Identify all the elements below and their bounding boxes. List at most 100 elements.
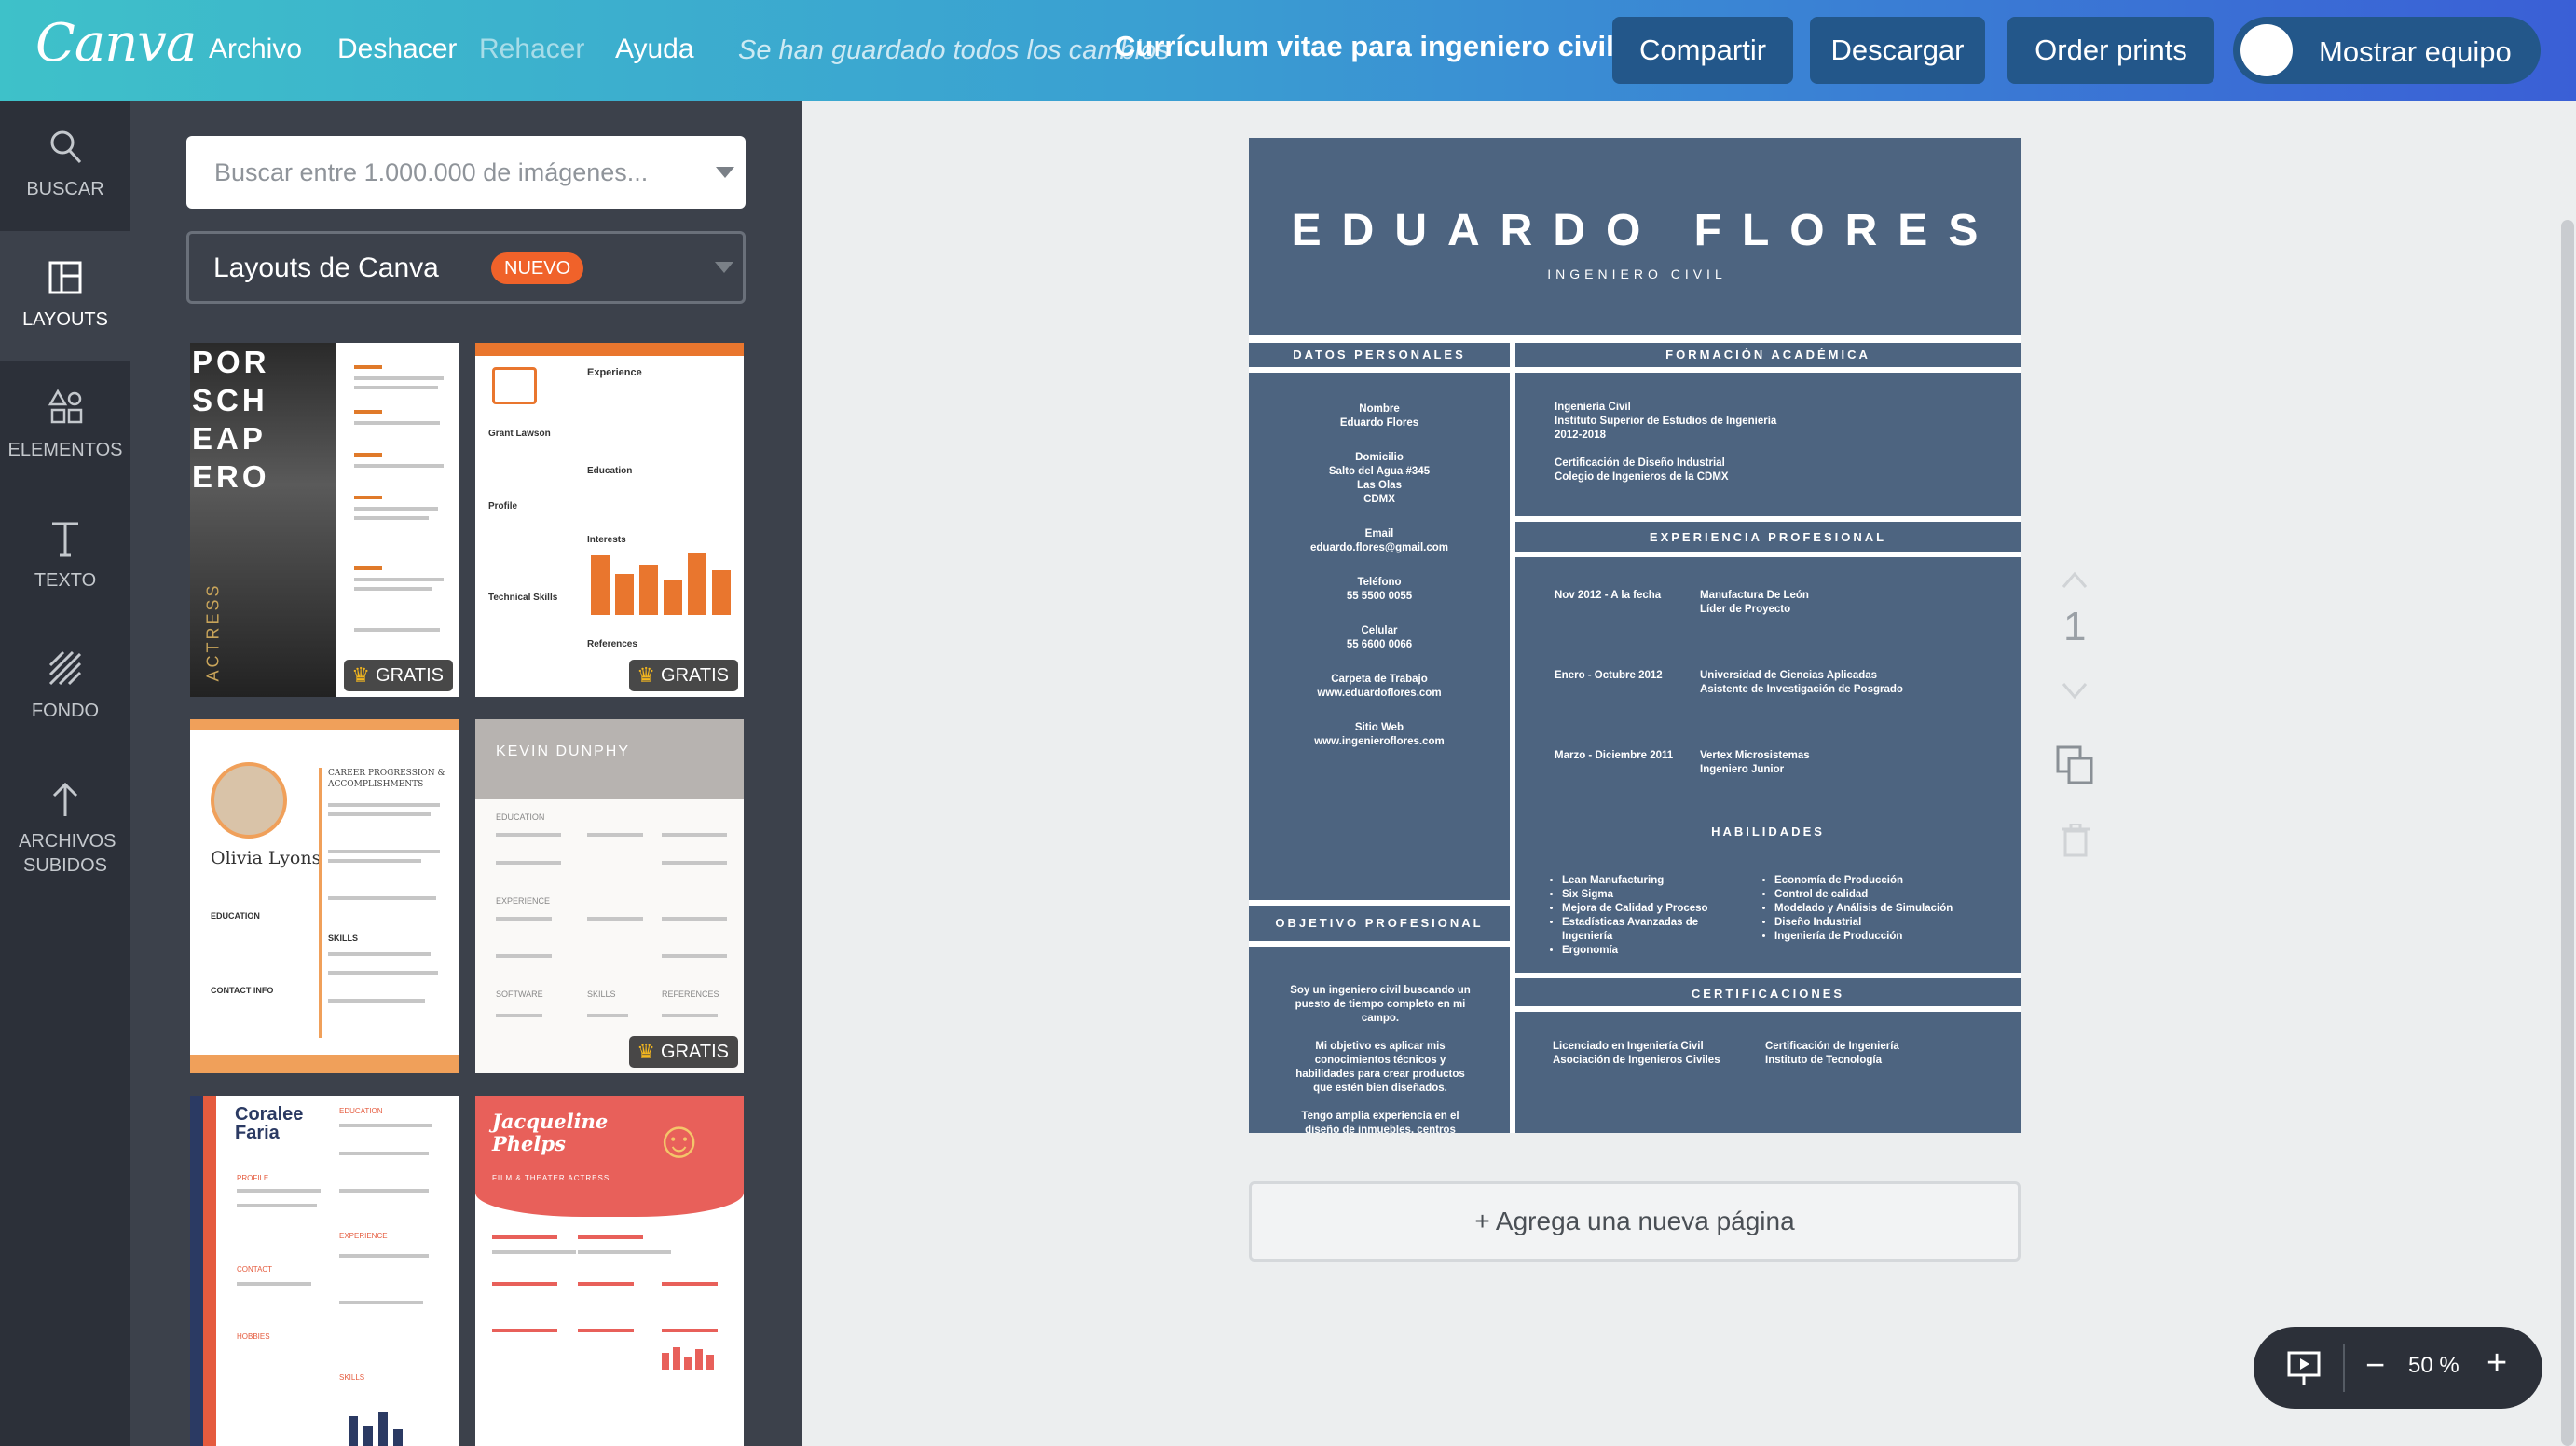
personal-value[interactable]: eduardo.flores@gmail.com [1249,541,1510,555]
rail-item-texto[interactable]: TEXTO [0,492,130,622]
personal-label[interactable]: Sitio Web [1249,721,1510,735]
resume-name[interactable]: EDUARDO FLORES [1249,205,2021,256]
chevron-up-icon[interactable] [2062,570,2088,589]
crown-icon: ♛ [637,663,656,687]
skill-item[interactable]: Mejora de Calidad y Proceso [1562,902,1743,916]
skill-item[interactable]: Control de calidad [1774,888,1955,902]
zoom-out-button[interactable]: − [2365,1345,2385,1385]
experience-detail[interactable]: Vertex Microsistemas Ingeniero Junior [1700,749,1980,777]
personal-value[interactable]: Salto del Agua #345 Las Olas CDMX [1249,465,1510,507]
experience-date[interactable]: Marzo - Diciembre 2011 [1555,749,1704,763]
personal-label[interactable]: Teléfono [1249,576,1510,590]
education-item[interactable]: Ingeniería Civil Instituto Superior de E… [1555,401,1983,443]
personal-label[interactable]: Carpeta de Trabajo [1249,673,1510,687]
resume-title[interactable]: INGENIERO CIVIL [1249,266,2021,281]
skill-item[interactable]: Six Sigma [1562,888,1743,902]
certification-item[interactable]: Certificación de Ingeniería Instituto de… [1765,1040,1980,1068]
add-page-button[interactable]: + Agrega una nueva página [1249,1181,2021,1262]
skill-item[interactable]: Ingeniería de Producción [1774,930,1955,944]
section-experience[interactable]: EXPERIENCIA PROFESIONAL [1515,525,2021,550]
rail-item-buscar[interactable]: BUSCAR [0,101,130,231]
education-item[interactable]: Certificación de Diseño Industrial Coleg… [1555,457,1983,484]
objective-paragraph[interactable]: Mi objetivo es aplicar mis conocimientos… [1290,1040,1471,1096]
page-number: 1 [2063,604,2087,649]
section-education[interactable]: FORMACIÓN ACADÉMICA [1515,343,2021,367]
section-skills[interactable]: HABILIDADES [1515,820,2021,844]
personal-value[interactable]: www.ingenieroflores.com [1249,735,1510,749]
document-title[interactable]: Currículum vitae para ingeniero civil [1115,30,1614,63]
personal-label[interactable]: Nombre [1249,402,1510,416]
menu-archivo[interactable]: Archivo [209,34,302,65]
duplicate-page-icon[interactable] [2056,745,2093,784]
skill-item[interactable]: Diseño Industrial [1774,916,1955,930]
theater-masks-icon: ☺ [652,1110,706,1168]
layout-source-select[interactable]: Layouts de Canva NUEVO [186,231,746,304]
rail-item-fondo[interactable]: FONDO [0,622,130,753]
search-input[interactable] [186,136,690,209]
menu-deshacer[interactable]: Deshacer [337,34,457,65]
menu-rehacer[interactable]: Rehacer [479,34,584,65]
chart-bar [639,565,658,615]
section-personal[interactable]: DATOS PERSONALES [1249,343,1510,367]
free-badge: ♛ GRATIS [629,1036,738,1068]
template-thumbnail-2[interactable]: Experience Grant Lawson Education Profil… [475,343,744,697]
download-button[interactable]: Descargar [1810,17,1985,84]
personal-label[interactable]: Celular [1249,624,1510,638]
skill-item[interactable]: Modelado y Análisis de Simulación [1774,902,1955,916]
section-objective[interactable]: OBJETIVO PROFESIONAL [1249,911,1510,935]
personal-value[interactable]: Eduardo Flores [1249,416,1510,430]
crown-icon: ♛ [351,663,371,687]
experience-detail[interactable]: Manufactura De León Líder de Proyecto [1700,589,1980,617]
rail-label-buscar: BUSCAR [26,179,104,199]
chevron-down-icon[interactable] [2062,682,2088,701]
skill-item[interactable]: Lean Manufacturing [1562,874,1743,888]
template-section: EXPERIENCE [339,1232,388,1240]
present-icon[interactable] [2287,1349,2321,1386]
personal-value[interactable]: www.eduardoflores.com [1249,687,1510,701]
experience-detail[interactable]: Universidad de Ciencias Aplicadas Asiste… [1700,669,1980,697]
menu-ayuda[interactable]: Ayuda [615,34,694,65]
vertical-scrollbar[interactable] [2561,220,2574,1446]
rail-item-uploads[interactable]: ARCHIVOS SUBIDOS [0,753,130,911]
rail-item-layouts[interactable]: LAYOUTS [0,231,130,362]
template-section: Technical Skills [488,593,558,603]
rail-item-elementos[interactable]: ELEMENTOS [0,362,130,492]
template-line [339,1254,429,1258]
new-badge: NUEVO [491,252,584,284]
zoom-in-button[interactable]: + [2487,1344,2507,1384]
template-thumbnail-5[interactable]: Coralee Faria EDUCATION PROFILE EXPERIEN… [190,1096,459,1446]
template-thumbnail-4[interactable]: KEVIN DUNPHY EDUCATION EXPERIENCE SOFTWA… [475,719,744,1073]
free-badge: ♛ GRATIS [629,660,738,691]
skills-list-right[interactable]: Economía de ProducciónControl de calidad… [1760,874,1955,944]
chevron-down-icon[interactable] [716,167,734,178]
skill-item[interactable]: Estadísticas Avanzadas de Ingeniería [1562,916,1743,944]
zoom-level[interactable]: 50 % [2408,1353,2460,1379]
image-search[interactable] [186,136,746,209]
skills-list-left[interactable]: Lean ManufacturingSix SigmaMejora de Cal… [1547,874,1743,958]
personal-label[interactable]: Email [1249,527,1510,541]
template-thumbnail-6[interactable]: Jacqueline Phelps FILM & THEATER ACTRESS… [475,1096,744,1446]
objective-paragraph[interactable]: Soy un ingeniero civil buscando un puest… [1290,984,1471,1026]
certification-item[interactable]: Licenciado en Ingeniería Civil Asociació… [1553,1040,1767,1068]
section-certifications[interactable]: CERTIFICACIONES [1515,982,2021,1006]
template-section: EDUCATION [496,812,545,822]
delete-page-icon[interactable] [2062,824,2090,857]
personal-label[interactable]: Domicilio [1249,451,1510,465]
objective-paragraph[interactable]: Tengo amplia experiencia en el diseño de… [1290,1110,1471,1133]
zoom-controls: − 50 % + [2254,1327,2542,1409]
personal-value[interactable]: 55 5500 0055 [1249,590,1510,604]
template-thumbnail-3[interactable]: Olivia Lyons CAREER PROGRESSION & ACCOMP… [190,719,459,1073]
template-accent-bar [203,1096,216,1446]
skill-item[interactable]: Ergonomía [1562,944,1743,958]
show-team-toggle[interactable]: Mostrar equipo [2233,17,2541,84]
experience-date[interactable]: Enero - Octubre 2012 [1555,669,1704,683]
canva-logo[interactable]: Canva [35,13,197,74]
personal-value[interactable]: 55 6600 0066 [1249,638,1510,652]
skill-item[interactable]: Economía de Producción [1774,874,1955,888]
template-thumbnail-1[interactable]: POR SCH EAP ERO ACTRESS ♛ GRATIS [190,343,459,697]
order-prints-button[interactable]: Order prints [2007,17,2214,84]
share-button[interactable]: Compartir [1612,17,1793,84]
template-line [496,917,552,921]
experience-date[interactable]: Nov 2012 - A la fecha [1555,589,1704,603]
design-page[interactable]: EDUARDO FLORES INGENIERO CIVIL DATOS PER… [1249,138,2021,1133]
